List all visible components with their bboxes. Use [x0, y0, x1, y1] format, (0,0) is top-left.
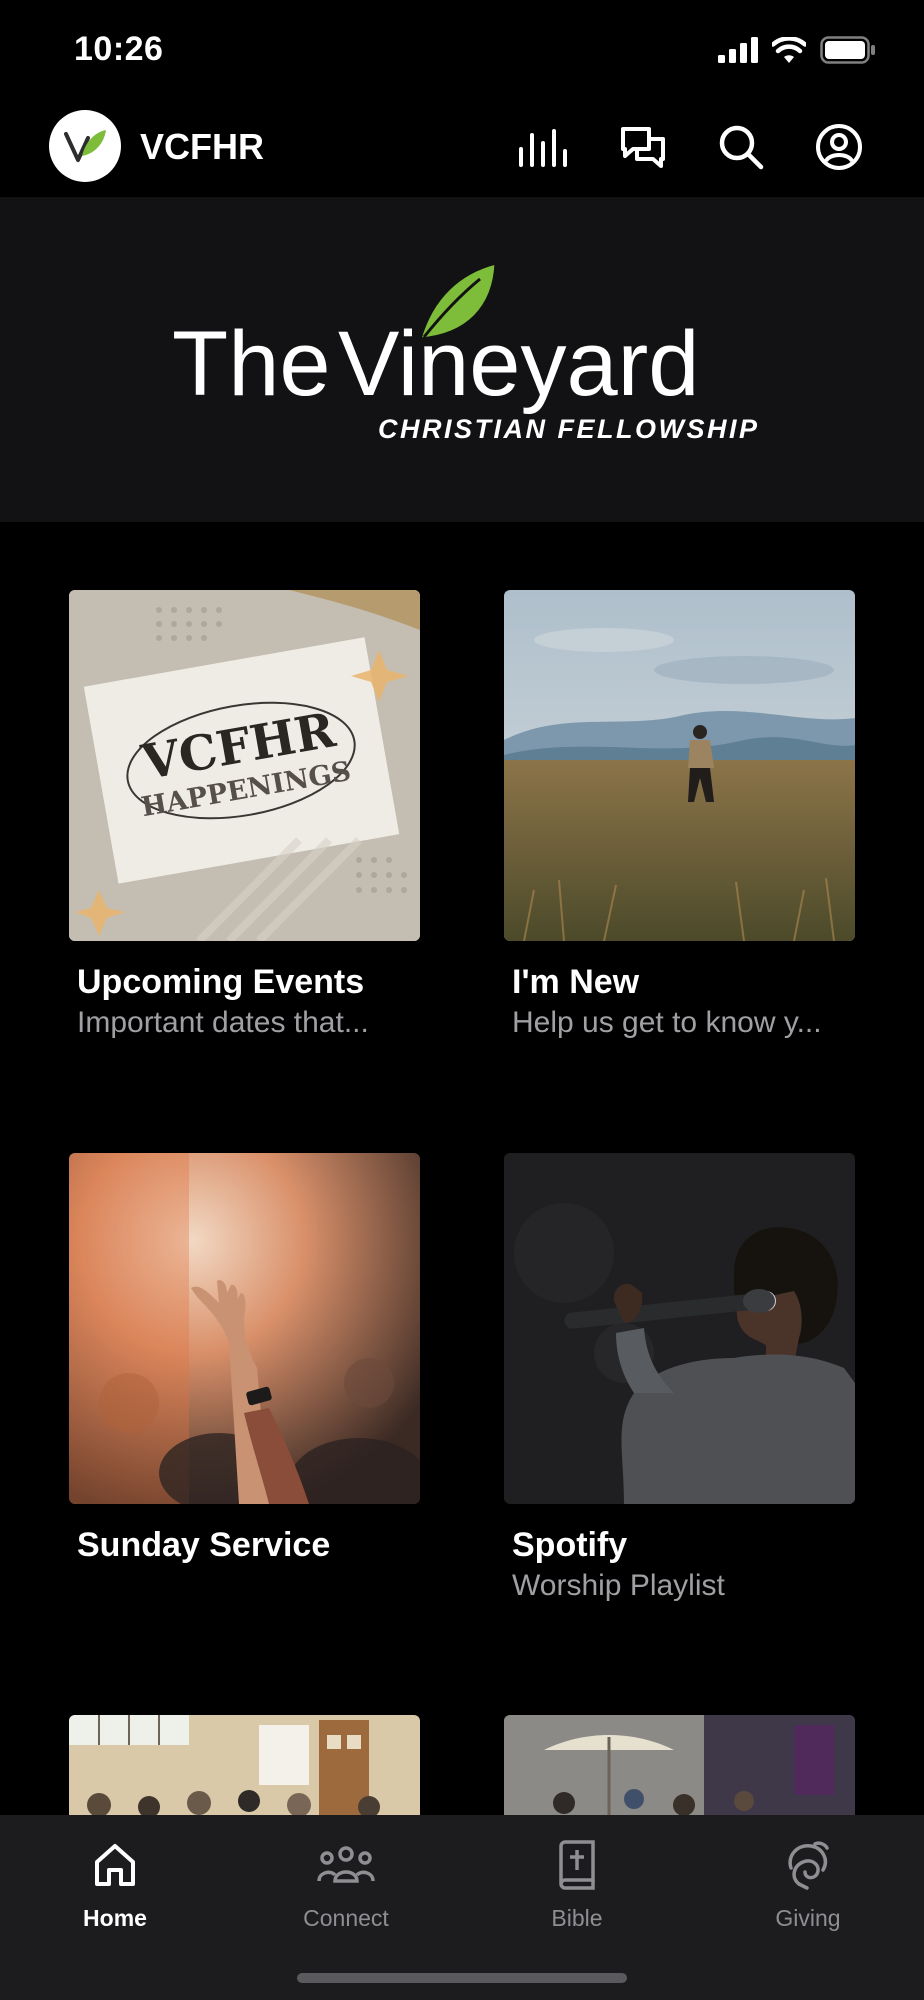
app-header: VCFHR: [0, 100, 924, 197]
tile-im-new[interactable]: I'm New Help us get to know y...: [504, 590, 855, 1040]
nav-label: Connect: [303, 1905, 389, 1931]
search-button[interactable]: [715, 121, 767, 173]
messages-button[interactable]: [617, 121, 669, 173]
home-icon: [95, 1844, 135, 1886]
vineyard-banner-logo: The Vineyard CHRISTIAN FELLOWSHIP: [172, 261, 760, 444]
vineyard-logo-icon: [64, 130, 106, 162]
patio-photo: [504, 1715, 855, 1815]
bible-icon: [559, 1840, 595, 1890]
tile-image-service: [69, 1153, 420, 1504]
landscape-photo: [504, 590, 855, 941]
tile-small-groups[interactable]: [69, 1715, 420, 1815]
tile-subtitle: Help us get to know y...: [512, 1006, 822, 1039]
logo-text-vineyard: Vineyard: [338, 313, 699, 415]
events-artwork: VCFHR HAPPENINGS: [69, 590, 420, 941]
nav-label: Home: [83, 1905, 147, 1931]
profile-icon: [816, 124, 862, 170]
app-name: VCFHR: [140, 126, 264, 167]
worship-photo: [69, 1153, 420, 1504]
tile-spotify[interactable]: Spotify Worship Playlist: [504, 1153, 855, 1603]
nav-label: Giving: [775, 1905, 841, 1931]
signal-icon: [718, 37, 758, 63]
giving-icon: [788, 1841, 829, 1890]
singer-photo: [504, 1153, 855, 1504]
tile-upcoming-events[interactable]: VCFHR HAPPENINGS Upcoming Events Importa…: [69, 590, 420, 1040]
nav-label: Bible: [551, 1905, 603, 1931]
status-icons: [718, 36, 876, 64]
chat-icon: [621, 127, 665, 168]
tile-subtitle: Worship Playlist: [512, 1569, 725, 1602]
tile-image-groups: [69, 1715, 420, 1815]
tile-title: Spotify: [512, 1526, 628, 1564]
status-bar: 10:26: [0, 0, 924, 100]
tile-outdoor-event[interactable]: [504, 1715, 855, 1815]
tile-title: Sunday Service: [77, 1526, 331, 1564]
tile-image-outdoor: [504, 1715, 855, 1815]
logo-text-the: The: [172, 313, 331, 415]
wifi-icon: [772, 37, 806, 63]
nav-bible[interactable]: Bible: [502, 1835, 652, 1932]
app-logo[interactable]: [49, 110, 121, 182]
home-indicator[interactable]: [297, 1973, 627, 1983]
tile-subtitle: Important dates that...: [77, 1006, 369, 1039]
battery-icon: [820, 36, 875, 64]
church-banner: The Vineyard CHRISTIAN FELLOWSHIP: [0, 197, 924, 522]
logo-text-subtitle: CHRISTIAN FELLOWSHIP: [378, 414, 760, 444]
tile-image-new: [504, 590, 855, 941]
nav-connect[interactable]: Connect: [271, 1835, 421, 1932]
profile-button[interactable]: [813, 121, 865, 173]
search-icon: [719, 125, 764, 170]
status-time: 10:26: [74, 30, 164, 68]
people-icon: [317, 1846, 375, 1883]
nav-home[interactable]: Home: [40, 1835, 190, 1932]
nav-giving[interactable]: Giving: [733, 1835, 883, 1932]
tile-sunday-service[interactable]: Sunday Service: [69, 1153, 420, 1565]
tile-title: Upcoming Events: [77, 963, 365, 1001]
tile-image-spotify: [504, 1153, 855, 1504]
living-room-photo: [69, 1715, 420, 1815]
chart-icon: [519, 129, 567, 167]
chart-button[interactable]: [517, 121, 569, 173]
tile-image-events: VCFHR HAPPENINGS: [69, 590, 420, 941]
tile-title: I'm New: [512, 963, 640, 1001]
